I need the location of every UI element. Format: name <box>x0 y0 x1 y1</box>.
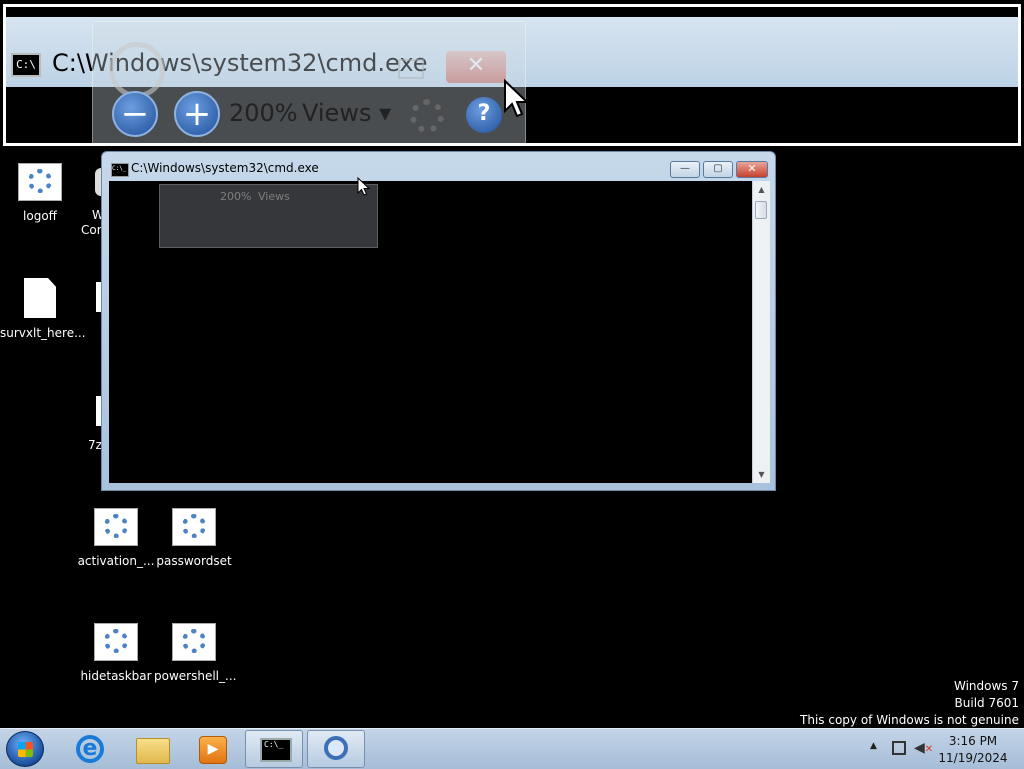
start-button[interactable] <box>6 731 44 767</box>
clock[interactable]: 3:16 PM 11/19/2024 <box>938 733 1008 767</box>
window-title: C:\Windows\system32\cmd.exe <box>131 161 319 175</box>
watermark-build: Build 7601 <box>954 696 1019 710</box>
help-button[interactable]: ? <box>466 97 502 133</box>
console-output[interactable]: 200% Views <box>109 181 752 483</box>
ghost-zoom: 200% <box>220 190 252 203</box>
desktop-icon-hidetaskbar[interactable]: hidetaskbar <box>76 623 156 684</box>
desktop-icon-label: activation_... <box>77 554 155 568</box>
desktop-icon-passwordset[interactable]: passwordset <box>154 508 234 569</box>
magnifier-glass-icon <box>109 42 165 98</box>
taskbar-explorer[interactable] <box>122 730 180 768</box>
magnifier-lens: C:\ C:\Windows\system32\cmd.exe ✕ − + 20… <box>3 4 1021 146</box>
watermark-os: Windows 7 <box>953 679 1019 693</box>
minimize-button[interactable]: — <box>670 161 700 178</box>
cmd-icon: C:\_ <box>111 163 129 177</box>
gear-icon[interactable] <box>410 99 444 133</box>
taskbar-magnifier[interactable] <box>307 730 365 768</box>
volume-muted-icon[interactable]: ◀✕ <box>914 740 933 756</box>
desktop-icon-label: powershell_... <box>154 669 237 683</box>
cmd-window[interactable]: C:\_ C:\Windows\system32\cmd.exe — ▢ ✕ 2… <box>101 151 776 491</box>
mouse-cursor-icon <box>504 79 530 118</box>
views-dropdown[interactable]: Views ▾ <box>302 99 391 127</box>
media-player-icon: ▶ <box>199 736 227 764</box>
taskbar-cmd[interactable]: C:\_ <box>245 730 303 768</box>
ghost-views: Views <box>258 190 290 203</box>
script-icon <box>172 508 216 546</box>
internet-explorer-icon: e <box>76 735 104 763</box>
script-icon <box>94 508 138 546</box>
windows-logo-icon <box>18 742 33 757</box>
windows-watermark: Windows 7 Build 7601 This copy of Window… <box>800 678 1019 729</box>
close-button[interactable]: ✕ <box>736 161 768 178</box>
ghost-magnifier-toolbar: 200% Views <box>159 184 378 248</box>
magnifier-icon <box>324 736 348 760</box>
mouse-cursor-icon <box>357 177 371 196</box>
script-icon <box>172 623 216 661</box>
desktop-icon-activation[interactable]: activation_... <box>76 508 156 569</box>
file-icon <box>24 278 56 318</box>
cmd-icon: C:\ <box>11 53 41 77</box>
maximize-button[interactable]: ▢ <box>703 161 733 178</box>
script-icon <box>18 163 62 201</box>
partial-icon-label: Cor <box>81 223 102 237</box>
zoom-level: 200% <box>229 99 298 127</box>
desktop-icon-label: passwordset <box>156 554 232 568</box>
desktop-icon-powershell[interactable]: powershell_... <box>154 623 237 684</box>
network-icon[interactable] <box>892 741 906 755</box>
scroll-up-icon[interactable]: ▲ <box>753 181 770 198</box>
desktop-icon-label: survxlt_here... <box>0 326 86 340</box>
cmd-icon: C:\_ <box>260 738 292 762</box>
folder-icon <box>136 738 170 764</box>
watermark-genuine: This copy of Windows is not genuine <box>800 713 1019 727</box>
views-label: Views <box>302 99 372 127</box>
scroll-thumb[interactable] <box>755 201 767 219</box>
vertical-scrollbar[interactable]: ▲ ▼ <box>752 181 770 483</box>
taskbar-media-player[interactable]: ▶ <box>182 730 240 768</box>
desktop-icon-label: hidetaskbar <box>80 669 152 683</box>
zoom-in-button[interactable]: + <box>174 91 220 137</box>
chevron-down-icon: ▾ <box>379 99 392 127</box>
desktop-icon-survxlt[interactable]: survxlt_here... <box>0 278 86 341</box>
taskbar: e ▶ C:\_ ▲ ◀✕ 3:16 PM 11/19/2024 <box>0 728 1024 769</box>
partial-icon-label: 7z <box>88 438 102 452</box>
taskbar-internet-explorer[interactable]: e <box>60 730 118 768</box>
desktop-icon-logoff[interactable]: logoff <box>0 163 80 224</box>
scroll-down-icon[interactable]: ▼ <box>753 466 770 483</box>
clock-time: 3:16 PM <box>948 734 998 748</box>
script-icon <box>94 623 138 661</box>
desktop-icon-label: logoff <box>23 209 57 223</box>
clock-date: 11/19/2024 <box>938 751 1008 765</box>
show-hidden-icons-button[interactable]: ▲ <box>870 741 877 751</box>
zoom-out-button[interactable]: − <box>112 91 158 137</box>
